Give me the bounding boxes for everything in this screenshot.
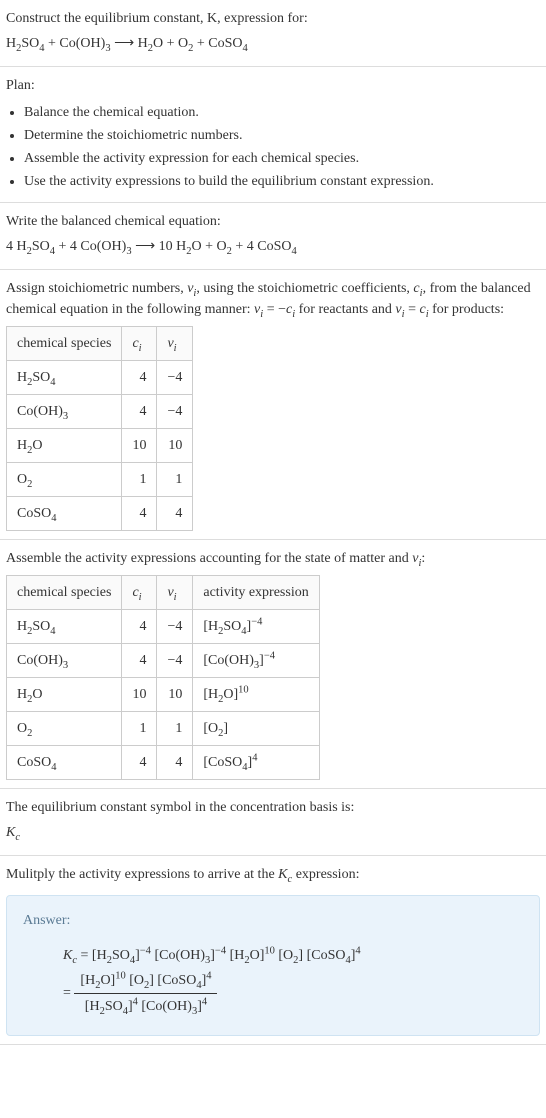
balanced-title: Write the balanced chemical equation:	[6, 211, 540, 232]
plan-item: Balance the chemical equation.	[24, 102, 540, 123]
cell-vi: −4	[157, 395, 193, 429]
col-vi: νi	[157, 327, 193, 361]
cell-vi: 10	[157, 429, 193, 463]
plan-title: Plan:	[6, 75, 540, 96]
kc-symbol: Kc	[6, 822, 540, 843]
activity-table: chemical species ci νi activity expressi…	[6, 575, 320, 780]
table-row: Co(OH)3 4 −4	[7, 395, 193, 429]
cell-ci: 4	[122, 361, 157, 395]
intro-equation: H2SO4 + Co(OH)3 ⟶ H2O + O2 + CoSO4	[6, 33, 540, 54]
cell-ci: 1	[122, 712, 157, 746]
cell-vi: 1	[157, 463, 193, 497]
cell-ci: 1	[122, 463, 157, 497]
cell-species: CoSO4	[7, 746, 122, 780]
plan-section: Plan: Balance the chemical equation. Det…	[0, 67, 546, 203]
intro-section: Construct the equilibrium constant, K, e…	[0, 0, 546, 67]
cell-activity: [H2SO4]−4	[193, 610, 319, 644]
cell-activity: [H2O]10	[193, 678, 319, 712]
table-row: H2SO4 4 −4 [H2SO4]−4	[7, 610, 320, 644]
plan-item: Assemble the activity expression for eac…	[24, 148, 540, 169]
cell-ci: 10	[122, 678, 157, 712]
cell-ci: 4	[122, 395, 157, 429]
stoich-table: chemical species ci νi H2SO4 4 −4 Co(OH)…	[6, 326, 193, 531]
multiply-section: Mulitply the activity expressions to arr…	[0, 856, 546, 1045]
cell-vi: 4	[157, 497, 193, 531]
answer-line2: = [H2O]10 [O2] [CoSO4]4 [H2SO4]4 [Co(OH)…	[63, 970, 523, 1017]
table-row: H2SO4 4 −4	[7, 361, 193, 395]
answer-title: Answer:	[23, 910, 523, 931]
plan-list: Balance the chemical equation. Determine…	[6, 102, 540, 192]
table-row: O2 1 1	[7, 463, 193, 497]
balanced-section: Write the balanced chemical equation: 4 …	[0, 203, 546, 270]
cell-species: O2	[7, 463, 122, 497]
kc-section: The equilibrium constant symbol in the c…	[0, 789, 546, 856]
balanced-equation: 4 H2SO4 + 4 Co(OH)3 ⟶ 10 H2O + O2 + 4 Co…	[6, 236, 540, 257]
activity-text: Assemble the activity expressions accoun…	[6, 548, 540, 569]
col-vi: νi	[157, 576, 193, 610]
table-header-row: chemical species ci νi activity expressi…	[7, 576, 320, 610]
answer-line1: Kc = [H2SO4]−4 [Co(OH)3]−4 [H2O]10 [O2] …	[63, 945, 523, 966]
cell-activity: [CoSO4]4	[193, 746, 319, 780]
table-row: H2O 10 10	[7, 429, 193, 463]
cell-ci: 4	[122, 746, 157, 780]
col-ci: ci	[122, 576, 157, 610]
cell-species: H2SO4	[7, 610, 122, 644]
cell-ci: 4	[122, 497, 157, 531]
cell-species: H2O	[7, 678, 122, 712]
cell-activity: [Co(OH)3]−4	[193, 644, 319, 678]
stoich-section: Assign stoichiometric numbers, νi, using…	[0, 270, 546, 540]
cell-vi: −4	[157, 644, 193, 678]
multiply-text: Mulitply the activity expressions to arr…	[6, 864, 540, 885]
cell-vi: 1	[157, 712, 193, 746]
kc-title: The equilibrium constant symbol in the c…	[6, 797, 540, 818]
cell-vi: −4	[157, 610, 193, 644]
table-row: CoSO4 4 4 [CoSO4]4	[7, 746, 320, 780]
intro-prompt: Construct the equilibrium constant, K, e…	[6, 8, 540, 29]
cell-vi: −4	[157, 361, 193, 395]
table-header-row: chemical species ci νi	[7, 327, 193, 361]
cell-species: H2SO4	[7, 361, 122, 395]
cell-ci: 4	[122, 644, 157, 678]
cell-species: H2O	[7, 429, 122, 463]
table-row: Co(OH)3 4 −4 [Co(OH)3]−4	[7, 644, 320, 678]
col-ci: ci	[122, 327, 157, 361]
cell-species: Co(OH)3	[7, 395, 122, 429]
cell-ci: 10	[122, 429, 157, 463]
cell-vi: 4	[157, 746, 193, 780]
table-row: O2 1 1 [O2]	[7, 712, 320, 746]
cell-species: Co(OH)3	[7, 644, 122, 678]
table-row: H2O 10 10 [H2O]10	[7, 678, 320, 712]
plan-item: Use the activity expressions to build th…	[24, 171, 540, 192]
col-activity: activity expression	[193, 576, 319, 610]
answer-frac-num: [H2O]10 [O2] [CoSO4]4	[74, 970, 217, 994]
cell-activity: [O2]	[193, 712, 319, 746]
cell-species: CoSO4	[7, 497, 122, 531]
table-row: CoSO4 4 4	[7, 497, 193, 531]
cell-vi: 10	[157, 678, 193, 712]
col-species: chemical species	[7, 327, 122, 361]
activity-section: Assemble the activity expressions accoun…	[0, 540, 546, 789]
answer-box: Answer: Kc = [H2SO4]−4 [Co(OH)3]−4 [H2O]…	[6, 895, 540, 1036]
col-species: chemical species	[7, 576, 122, 610]
stoich-text: Assign stoichiometric numbers, νi, using…	[6, 278, 540, 320]
plan-item: Determine the stoichiometric numbers.	[24, 125, 540, 146]
cell-species: O2	[7, 712, 122, 746]
cell-ci: 4	[122, 610, 157, 644]
answer-frac-den: [H2SO4]4 [Co(OH)3]4	[74, 994, 217, 1017]
